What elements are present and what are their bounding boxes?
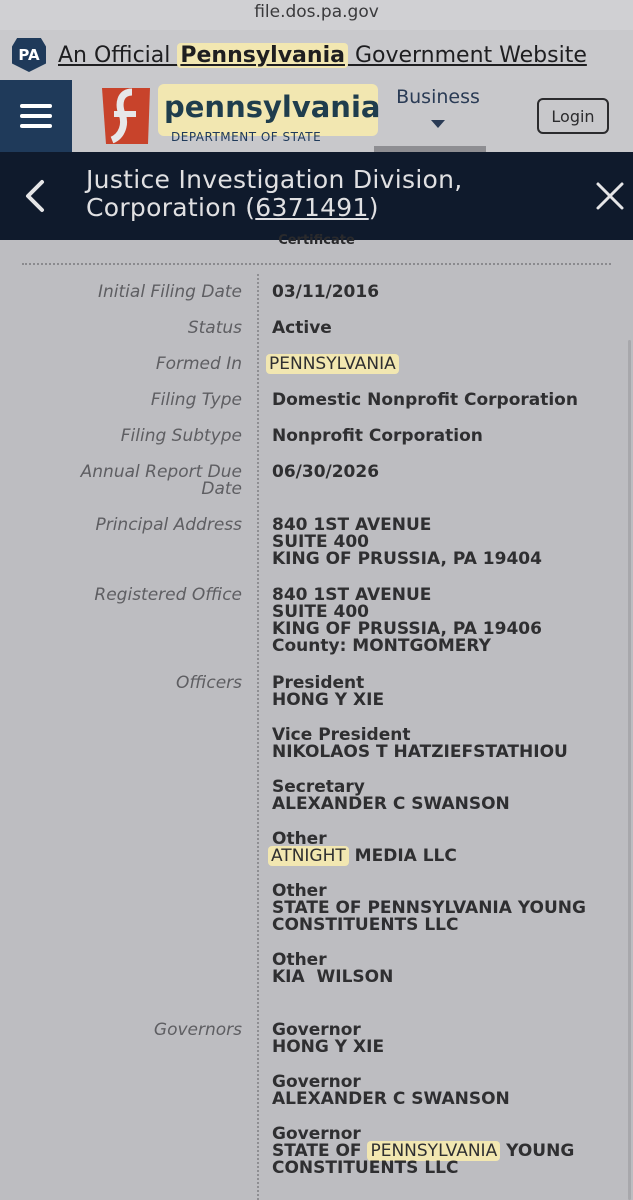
pa-badge-text: PA xyxy=(18,46,40,64)
detail-label: Principal Address xyxy=(95,515,242,535)
detail-value: PENNSYLVANIA xyxy=(266,354,616,374)
detail-value: Active xyxy=(272,318,332,338)
detail-label: Filing Subtype xyxy=(120,426,242,446)
url-text: file.dos.pa.gov xyxy=(254,2,379,22)
hamburger-menu-button[interactable] xyxy=(0,80,72,152)
officer-entry: Other ATNIGHT MEDIA LLC xyxy=(268,831,622,866)
governor-name: ALEXANDER C SWANSON xyxy=(272,1089,510,1109)
banner-prefix: An Official xyxy=(58,42,178,68)
governor-entry: Governor HONG Y XIE xyxy=(272,1022,622,1056)
pa-keystone-icon: PA xyxy=(12,38,46,72)
official-website-banner: PA An Official Pennsylvania Government W… xyxy=(0,30,633,80)
detail-label: Annual Report Due Date xyxy=(12,464,242,498)
pa-dos-logo[interactable]: pennsylvania DEPARTMENT OF STATE xyxy=(94,84,384,148)
officer-name: CONSTITUENTS LLC xyxy=(272,915,459,935)
county-line: County: MONTGOMERY xyxy=(272,636,491,656)
detail-value: 06/30/2026 xyxy=(272,462,380,482)
login-button[interactable]: Login xyxy=(537,98,609,134)
officer-name: KIA WILSON xyxy=(272,967,394,987)
keystone-logo-icon xyxy=(102,88,150,144)
logo-subtitle: DEPARTMENT OF STATE xyxy=(171,130,322,144)
detail-label: Registered Office xyxy=(94,585,242,605)
detail-label: Filing Type xyxy=(150,390,242,410)
record-number-link[interactable]: 6371491 xyxy=(255,193,368,222)
officer-name-highlight: ATNIGHT xyxy=(268,846,349,866)
detail-value: 03/11/2016 xyxy=(272,282,380,302)
section-divider xyxy=(22,263,611,265)
column-divider xyxy=(257,274,259,1200)
login-label: Login xyxy=(551,106,595,126)
governor-name-suffix: YOUNG xyxy=(500,1141,575,1161)
detail-value: Nonprofit Corporation xyxy=(272,426,483,446)
site-navbar: pennsylvania DEPARTMENT OF STATE Busines… xyxy=(0,80,633,154)
detail-label: Status xyxy=(187,318,242,338)
record-title: Justice Investigation Division, Corporat… xyxy=(86,166,463,222)
officer-name-rest: MEDIA LLC xyxy=(348,846,457,866)
officer-name: ATNIGHT MEDIA LLC xyxy=(268,846,622,866)
officer-entry: Other STATE OF PENNSYLVANIA YOUNG CONSTI… xyxy=(272,883,622,934)
officer-name: ALEXANDER C SWANSON xyxy=(272,794,510,814)
officer-entry: Other KIA WILSON xyxy=(272,952,622,986)
record-title-line1: Justice Investigation Division, xyxy=(86,165,463,194)
chevron-left-icon[interactable] xyxy=(20,178,50,214)
detail-label: Initial Filing Date xyxy=(98,282,242,302)
official-website-link[interactable]: An Official Pennsylvania Government Webs… xyxy=(58,42,587,68)
banner-highlight: Pennsylvania xyxy=(177,42,348,68)
address-value: 840 1ST AVENUE SUITE 400 KING OF PRUSSIA… xyxy=(272,587,622,655)
label-line: Date xyxy=(201,479,242,499)
governor-entry: Governor STATE OF PENNSYLVANIA YOUNG CON… xyxy=(272,1126,622,1177)
detail-label: Officers xyxy=(175,673,242,693)
address-line: KING OF PRUSSIA, PA 19404 xyxy=(272,549,542,569)
officer-entry: President HONG Y XIE xyxy=(272,675,622,709)
browser-url-bar[interactable]: file.dos.pa.gov xyxy=(0,0,633,30)
certificate-link[interactable]: Certificate xyxy=(0,233,633,248)
governor-name: HONG Y XIE xyxy=(272,1037,385,1057)
detail-label: Governors xyxy=(153,1020,242,1040)
logo-name: pennsylvania xyxy=(164,90,381,124)
business-dropdown[interactable]: Business xyxy=(374,86,496,154)
detail-label: Formed In xyxy=(155,354,242,374)
business-label: Business xyxy=(396,86,480,108)
formed-in-highlight: PENNSYLVANIA xyxy=(266,354,399,374)
officer-entry: Vice President NIKOLAOS T HATZIEFSTATHIO… xyxy=(272,727,622,761)
close-icon[interactable] xyxy=(594,180,626,212)
record-title-line2: Corporation (6371491) xyxy=(86,194,463,222)
menu-bar-icon xyxy=(20,104,52,108)
scrollbar[interactable] xyxy=(628,340,631,1200)
title-prefix: Corporation ( xyxy=(86,193,256,222)
officer-entry: Secretary ALEXANDER C SWANSON xyxy=(272,779,622,813)
officer-name: NIKOLAOS T HATZIEFSTATHIOU xyxy=(272,742,568,762)
banner-suffix: Government Website xyxy=(347,42,587,68)
detail-value: Domestic Nonprofit Corporation xyxy=(272,390,578,410)
governor-name: CONSTITUENTS LLC xyxy=(272,1158,459,1178)
menu-bar-icon xyxy=(20,124,52,128)
governor-entry: Governor ALEXANDER C SWANSON xyxy=(272,1074,622,1108)
record-header: Justice Investigation Division, Corporat… xyxy=(0,152,633,240)
address-value: 840 1ST AVENUE SUITE 400 KING OF PRUSSIA… xyxy=(272,517,622,568)
caret-down-icon xyxy=(431,120,445,128)
officer-name: HONG Y XIE xyxy=(272,690,385,710)
menu-bar-icon xyxy=(20,114,52,118)
title-suffix: ) xyxy=(368,193,379,222)
